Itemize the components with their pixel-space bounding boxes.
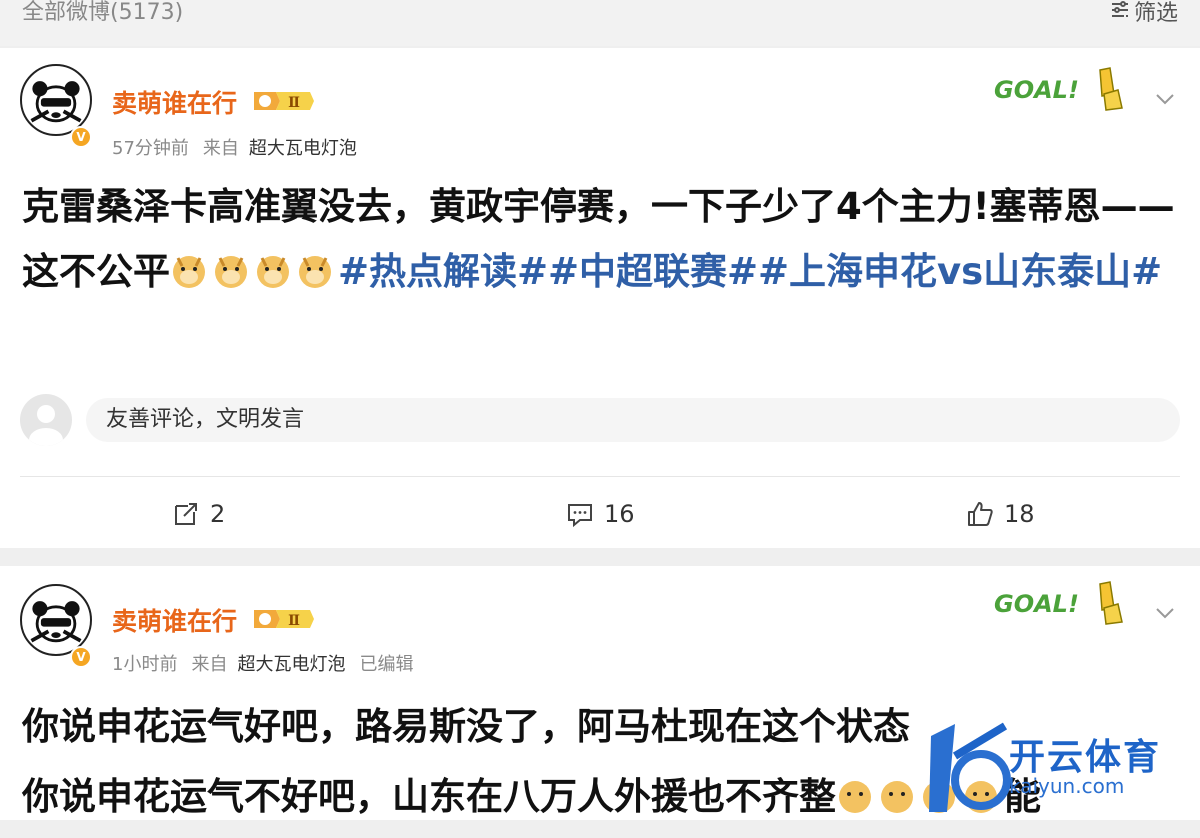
svg-text:Ⅱ: Ⅱ — [288, 95, 300, 111]
hashtag-link[interactable]: #热点解读# — [338, 250, 548, 293]
post-time: 1小时前 — [112, 654, 178, 675]
username[interactable]: 卖萌谁在行 — [112, 84, 237, 120]
goal-badge-icon: GOAL! — [994, 581, 1123, 625]
doge-emoji-icon — [296, 245, 334, 288]
comment-icon — [568, 504, 592, 528]
repost-count: 2 — [210, 500, 226, 528]
thumbs-up-icon — [968, 502, 993, 526]
svg-text:Ⅱ: Ⅱ — [288, 613, 300, 629]
post-text: 你说申花运气不好吧，山东在八万人外援也不齐整 — [22, 775, 836, 818]
hashtag-link[interactable]: #中超联赛# — [548, 250, 758, 293]
verified-badge-icon: V — [70, 646, 92, 668]
panda-avatar-icon — [23, 587, 89, 653]
user-avatar-placeholder-icon — [20, 394, 72, 446]
panda-avatar-icon — [23, 67, 89, 133]
doge-emoji-icon — [254, 245, 292, 288]
watermark-url: kaiyun.com — [1009, 774, 1125, 798]
doge-emoji-icon — [878, 768, 916, 813]
post-content: 克雷桑泽卡高准翼没去，黄政宇停赛，一下子少了4个主力!塞蒂恩——这不公平 #热点解… — [22, 174, 1182, 304]
comment-button[interactable]: 16 — [566, 494, 635, 534]
comment-bar: 友善评论，文明发言 — [20, 392, 1180, 448]
filter-label: 筛选 — [1133, 0, 1178, 26]
username[interactable]: 卖萌谁在行 — [112, 602, 237, 638]
post-source[interactable]: 超大瓦电灯泡 — [237, 654, 345, 675]
post-meta: 57分钟前 来自 超大瓦电灯泡 — [112, 134, 357, 160]
goal-badge-icon: GOAL! — [994, 67, 1123, 111]
svg-text:GOAL!: GOAL! — [994, 590, 1079, 618]
chevron-down-icon[interactable] — [1152, 600, 1178, 626]
kaiyun-logo-icon — [929, 722, 1011, 812]
doge-emoji-icon — [836, 768, 874, 813]
like-button[interactable]: 18 — [966, 494, 1035, 534]
post-source[interactable]: 超大瓦电灯泡 — [249, 138, 357, 159]
rank-badge-icon: Ⅱ — [254, 610, 314, 629]
post-meta: 1小时前 来自 超大瓦电灯泡 已编辑 — [112, 650, 413, 676]
watermark-brand: 开云体育 — [1009, 737, 1162, 778]
doge-emoji-icon — [212, 245, 250, 288]
repost-icon — [175, 503, 197, 525]
divider — [20, 476, 1180, 477]
chevron-down-icon[interactable] — [1152, 86, 1178, 112]
doge-emoji-icon — [170, 245, 208, 288]
watermark-logo: 开云体育 kaiyun.com — [925, 716, 1187, 820]
filter-icon — [1110, 0, 1130, 27]
weibo-post-card: V 卖萌谁在行 Ⅱ 57分钟前 来自 超大瓦电灯泡 GOAL! 克雷桑泽卡高准翼没去… — [0, 48, 1200, 548]
filter-button[interactable]: 筛选 — [1110, 0, 1178, 27]
hashtag-link[interactable]: #上海申花vs山东泰山# — [758, 250, 1162, 293]
like-count: 18 — [1004, 500, 1035, 528]
weibo-header-bar: 全部微博(5173) 筛选 — [0, 0, 1200, 46]
edited-label: 已编辑 — [359, 654, 414, 675]
rank-badge-icon: Ⅱ — [254, 92, 314, 111]
svg-text:GOAL!: GOAL! — [994, 76, 1079, 104]
source-label: 来自 — [202, 138, 239, 159]
repost-button[interactable]: 2 — [172, 494, 225, 534]
post-count-label: 全部微博(5173) — [22, 0, 184, 25]
post-time: 57分钟前 — [112, 138, 189, 159]
comment-count: 16 — [604, 500, 635, 528]
source-label: 来自 — [191, 654, 228, 675]
verified-badge-icon: V — [70, 126, 92, 148]
comment-input[interactable]: 友善评论，文明发言 — [86, 398, 1180, 442]
action-bar: 2 16 18 — [0, 494, 1200, 534]
